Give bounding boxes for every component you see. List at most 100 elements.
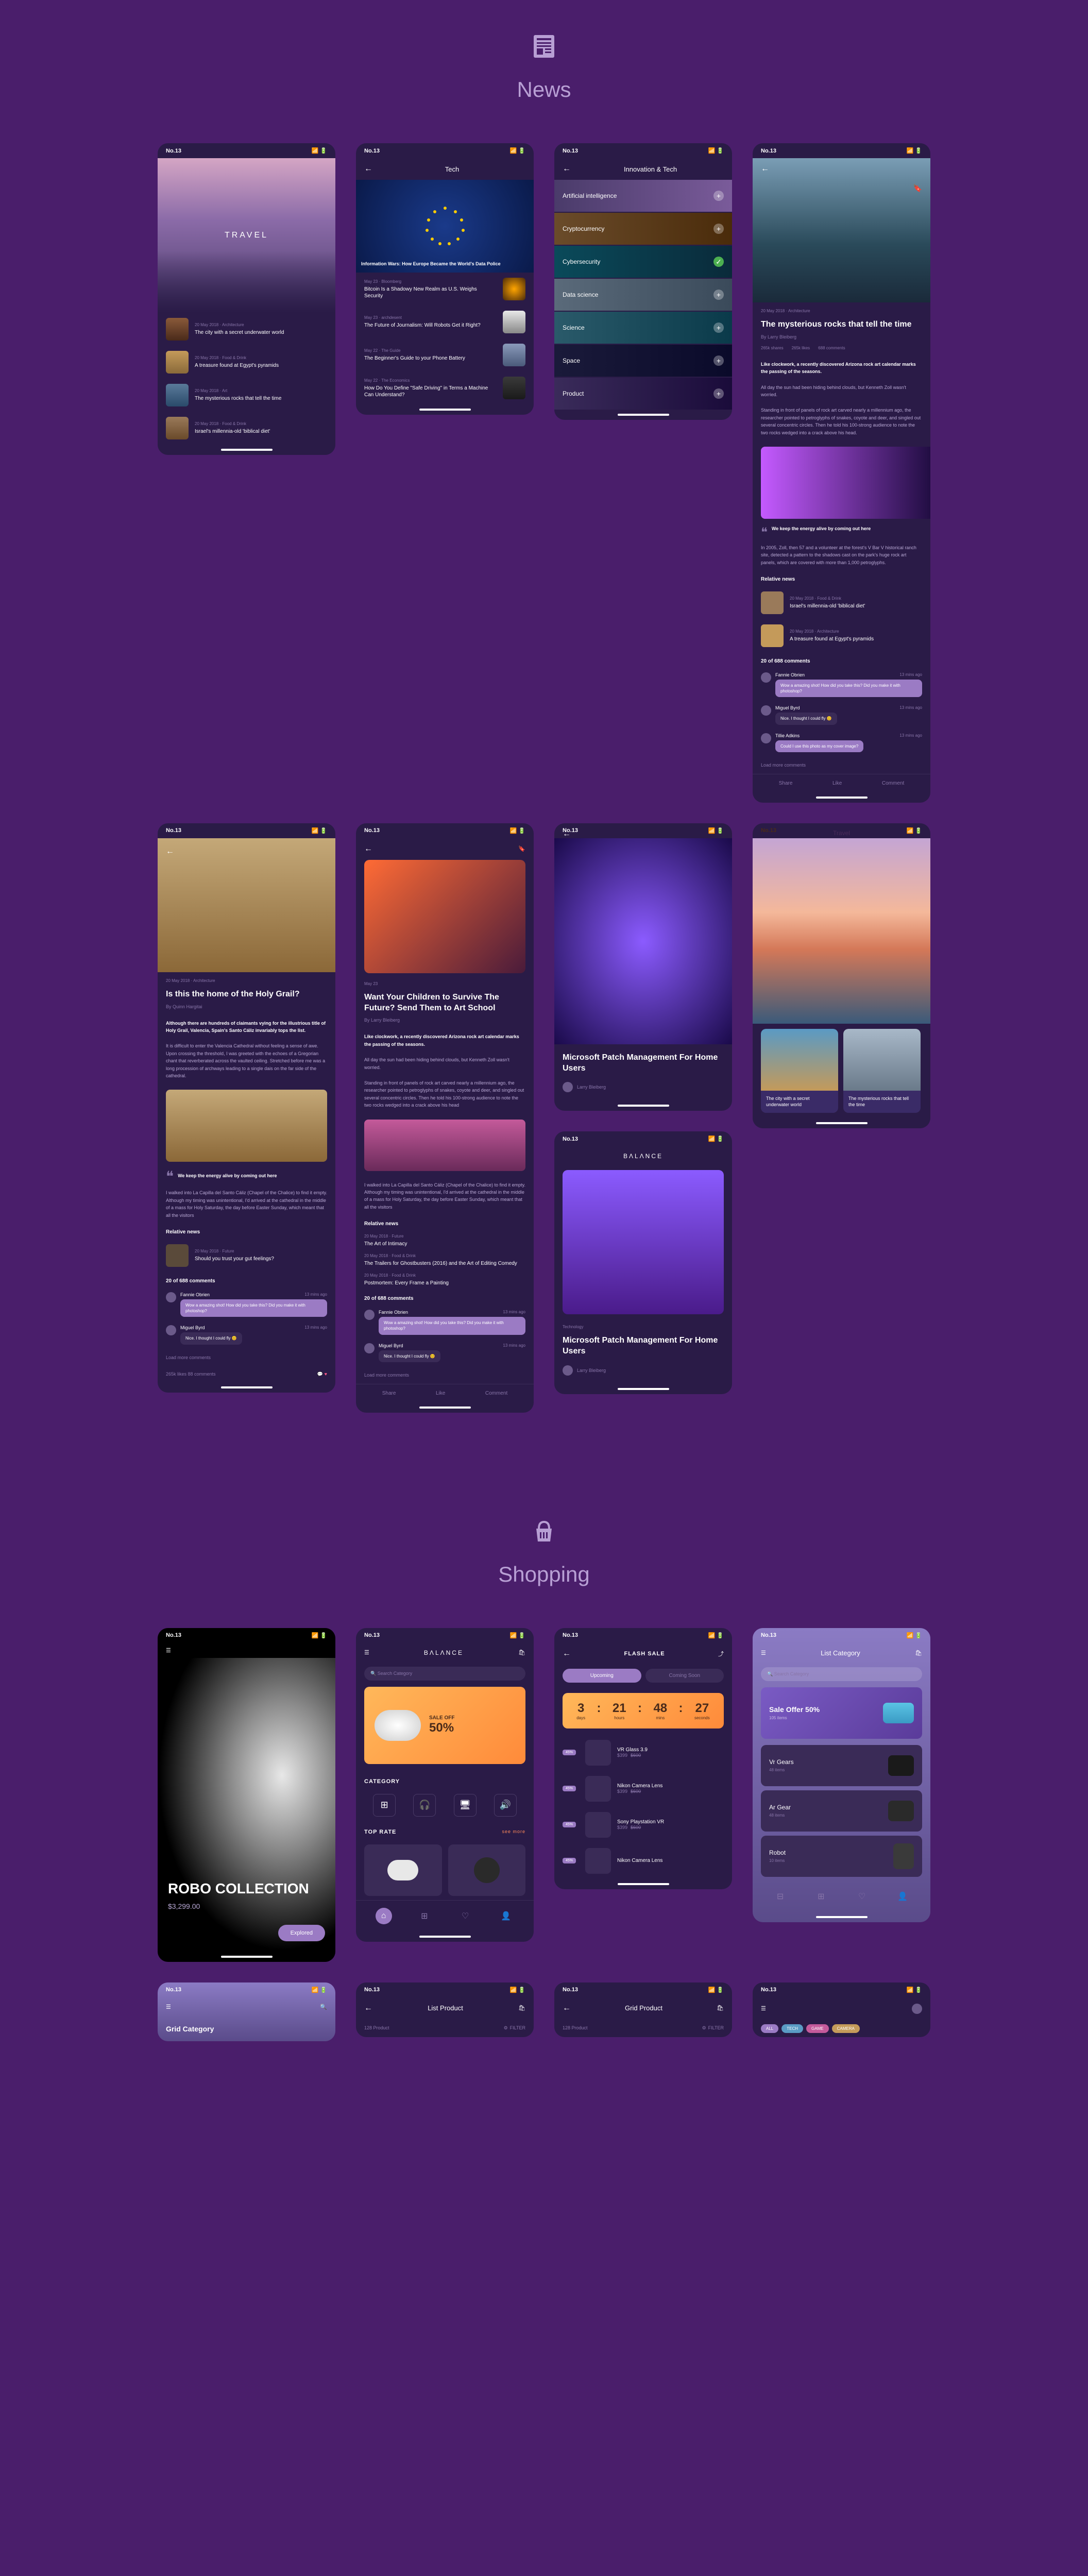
product-item[interactable]: 45%Nikon Camera Lens [554, 1843, 732, 1879]
product-item[interactable]: 45%Nikon Camera Lens$399$600 [554, 1771, 732, 1807]
cat-item[interactable]: Artificial intelligence+ [554, 180, 732, 212]
rel-item[interactable]: 20 May 2018 · FutureShould you trust you… [158, 1239, 335, 1272]
share-btn[interactable]: Share [382, 1391, 396, 1396]
menu-icon[interactable]: ☰ [761, 1650, 766, 1656]
list-item[interactable]: May 22 · The GuideThe Beginner's Guide t… [356, 338, 534, 371]
back-icon[interactable]: ← [563, 1649, 571, 1658]
nav-heart[interactable]: ♡ [457, 1908, 473, 1924]
cat-card[interactable]: Robot10 items [761, 1836, 922, 1877]
load-more[interactable]: Load more comments [356, 1366, 534, 1384]
listcat-phone: No.13📶 🔋 ☰List Category🛍 🔍 Search Catego… [753, 1628, 930, 1922]
menu-icon[interactable]: ☰ [166, 1648, 171, 1654]
menu-icon[interactable]: ☰ [166, 2004, 171, 2010]
search-input[interactable]: 🔍 Search Category [364, 1667, 525, 1681]
travel-card[interactable]: The city with a secret underwater world [761, 1029, 838, 1113]
eu-hero[interactable]: Information Wars: How Europe Became the … [356, 180, 534, 273]
cat-item[interactable]: Product+ [554, 378, 732, 410]
back-icon[interactable]: ← [364, 2004, 372, 2013]
nav-home[interactable]: ⌂ [376, 1908, 392, 1924]
back-icon[interactable]: ← [563, 829, 571, 839]
cat-icon-speaker[interactable]: 🔊 [494, 1794, 517, 1817]
tag-camera[interactable]: CAMERA [832, 2024, 860, 2033]
list-item[interactable]: 20 May 2018 · Food & DrinkIsrael's mille… [158, 412, 335, 445]
check-icon[interactable]: ✓ [713, 257, 724, 267]
nav-home[interactable]: ⊟ [772, 1888, 789, 1905]
back-icon[interactable]: ← [563, 2004, 571, 2013]
add-icon[interactable]: + [713, 388, 724, 399]
back-icon[interactable]: ← [761, 164, 769, 174]
filter-btn[interactable]: ⚙ FILTER [702, 2025, 724, 2031]
nav-grid[interactable]: ⊞ [416, 1908, 433, 1924]
tag-all[interactable]: ALL [761, 2024, 778, 2033]
cat-item[interactable]: Space+ [554, 345, 732, 377]
menu-icon[interactable]: ☰ [364, 1649, 369, 1656]
cat-icon-display[interactable]: 🖥 [454, 1794, 477, 1817]
add-icon[interactable]: + [713, 290, 724, 300]
bag-icon[interactable]: 🛍 [717, 2005, 724, 2011]
list-item[interactable]: May 23 · archdesentThe Future of Journal… [356, 306, 534, 338]
cat-card[interactable]: Ar Gear48 items [761, 1790, 922, 1832]
like-btn[interactable]: Like [832, 781, 842, 786]
tab-travel[interactable]: Travel [753, 829, 930, 837]
nav-user[interactable]: 👤 [894, 1888, 911, 1905]
tag-game[interactable]: GAME [806, 2024, 829, 2033]
rel-item[interactable]: 20 May 2018 · ArchitectureA treasure fou… [753, 619, 930, 652]
search-icon[interactable]: 🔍 [320, 2004, 327, 2010]
back-icon[interactable]: ← [364, 844, 372, 854]
heart-icon[interactable]: ♥ [325, 1371, 327, 1377]
offer-card[interactable]: Sale Offer 50%105 items [761, 1687, 922, 1739]
list-item[interactable]: 20 May 2018 · ArtThe mysterious rocks th… [158, 379, 335, 412]
listprod-phone: No.13📶 🔋 ←List Product🛍 128 Product⚙ FIL… [356, 1982, 534, 2037]
list-item[interactable]: 20 May 2018 · ArchitectureThe city with … [158, 313, 335, 346]
list-item[interactable]: May 22 · The EconomicsHow Do You Define … [356, 371, 534, 404]
share-icon[interactable]: ⤴ [718, 1650, 724, 1658]
pill-upcoming[interactable]: Upcoming [563, 1669, 641, 1683]
explored-btn[interactable]: Explored [278, 1925, 325, 1941]
cat-icon-audio[interactable]: 🎧 [413, 1794, 436, 1817]
add-icon[interactable]: + [713, 191, 724, 201]
bookmark-icon[interactable]: 🔖 [913, 184, 922, 193]
share-btn[interactable]: Share [779, 781, 793, 786]
comment-btn[interactable]: Comment [882, 781, 904, 786]
cat-icon-vr[interactable]: ⊞ [373, 1794, 396, 1817]
nav-grid[interactable]: ⊞ [813, 1888, 829, 1905]
back-icon[interactable]: ← [166, 847, 174, 856]
bookmark-icon[interactable]: 🔖 [518, 845, 525, 852]
nav-user[interactable]: 👤 [498, 1908, 514, 1924]
search-input[interactable]: 🔍 Search Category [761, 1667, 922, 1681]
add-icon[interactable]: + [713, 323, 724, 333]
see-more[interactable]: see more [502, 1829, 525, 1835]
avatar[interactable] [912, 2004, 922, 2014]
product-item[interactable]: 45%VR Glass 3.9$399$600 [554, 1735, 732, 1771]
cat-item[interactable]: Cybersecurity✓ [554, 246, 732, 278]
cat-item[interactable]: Cryptocurrency+ [554, 213, 732, 245]
comment-btn[interactable]: Comment [485, 1391, 507, 1396]
load-more[interactable]: Load more comments [158, 1349, 335, 1366]
add-icon[interactable]: + [713, 355, 724, 366]
list-item[interactable]: 20 May 2018 · Food & DrinkA treasure fou… [158, 346, 335, 379]
filter-btn[interactable]: ⚙ FILTER [504, 2025, 525, 2031]
add-icon[interactable]: + [713, 224, 724, 234]
back-icon[interactable]: ← [563, 164, 571, 174]
travel-card[interactable]: The mysterious rocks that tell the time [843, 1029, 921, 1113]
menu-icon[interactable]: ☰ [761, 2005, 766, 2012]
product-card[interactable] [448, 1844, 526, 1896]
cat-item[interactable]: Science+ [554, 312, 732, 344]
nav-heart[interactable]: ♡ [854, 1888, 870, 1905]
bag-icon[interactable]: 🛍 [915, 1650, 922, 1656]
sale-banner[interactable]: SALE OFF50% [364, 1687, 525, 1764]
product-card[interactable] [364, 1844, 442, 1896]
back-icon[interactable]: ← [364, 164, 372, 174]
rel-item[interactable]: 20 May 2018 · Food & DrinkIsrael's mille… [753, 586, 930, 619]
like-btn[interactable]: Like [436, 1391, 445, 1396]
product-item[interactable]: 45%Sony Playstation VR$399$600 [554, 1807, 732, 1843]
list-item[interactable]: May 23 · BloombergBitcoin Is a Shadowy N… [356, 273, 534, 306]
load-more[interactable]: Load more comments [753, 756, 930, 774]
pill-comingsoon[interactable]: Coming Soon [645, 1669, 724, 1683]
cat-card[interactable]: Vr Gears48 items [761, 1745, 922, 1786]
bag-icon[interactable]: 🛍 [518, 2005, 525, 2011]
bag-icon[interactable]: 🛍 [518, 1649, 525, 1656]
comment-icon[interactable]: 💬 [317, 1371, 323, 1377]
cat-item[interactable]: Data science+ [554, 279, 732, 311]
tag-tech[interactable]: TECH [781, 2024, 803, 2033]
